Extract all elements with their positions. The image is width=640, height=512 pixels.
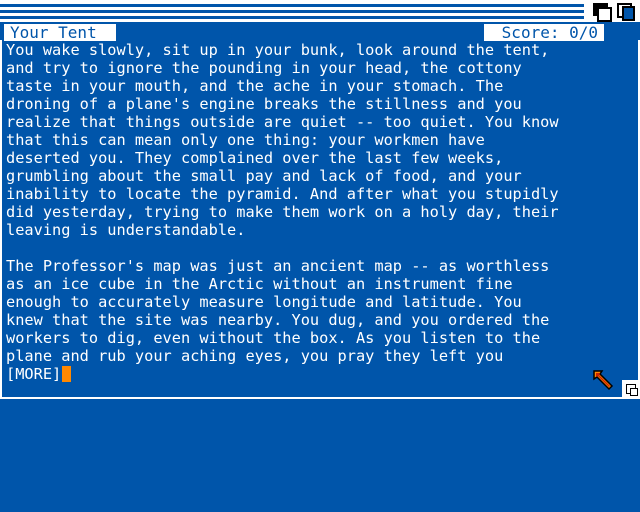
story-text-window[interactable]: You wake slowly, sit up in your bunk, lo…	[0, 40, 640, 399]
story-text: You wake slowly, sit up in your bunk, lo…	[6, 41, 626, 365]
title-bar-stripe	[0, 16, 584, 19]
score-display: Score: 0/0	[484, 24, 604, 41]
title-bar-stripe	[0, 10, 584, 13]
window-resize-icon[interactable]	[622, 380, 640, 398]
status-line: Your Tent Score: 0/0	[0, 22, 640, 42]
game-screen: Your Tent Score: 0/0 You wake slowly, si…	[0, 0, 640, 512]
text-cursor	[62, 366, 72, 382]
more-prompt: [MORE]	[6, 365, 62, 383]
mouse-pointer-icon	[593, 370, 614, 391]
zoom-icon[interactable]	[614, 0, 638, 22]
title-bar-stripe	[0, 4, 584, 7]
story-paragraph: The Professor's map was just an ancient …	[6, 257, 550, 365]
depth-arrange-icon[interactable]	[590, 0, 612, 22]
window-title-bar[interactable]	[0, 0, 640, 22]
location-name: Your Tent	[4, 24, 116, 41]
more-prompt-line[interactable]: [MORE]	[6, 365, 72, 383]
story-paragraph: You wake slowly, sit up in your bunk, lo…	[6, 41, 559, 239]
